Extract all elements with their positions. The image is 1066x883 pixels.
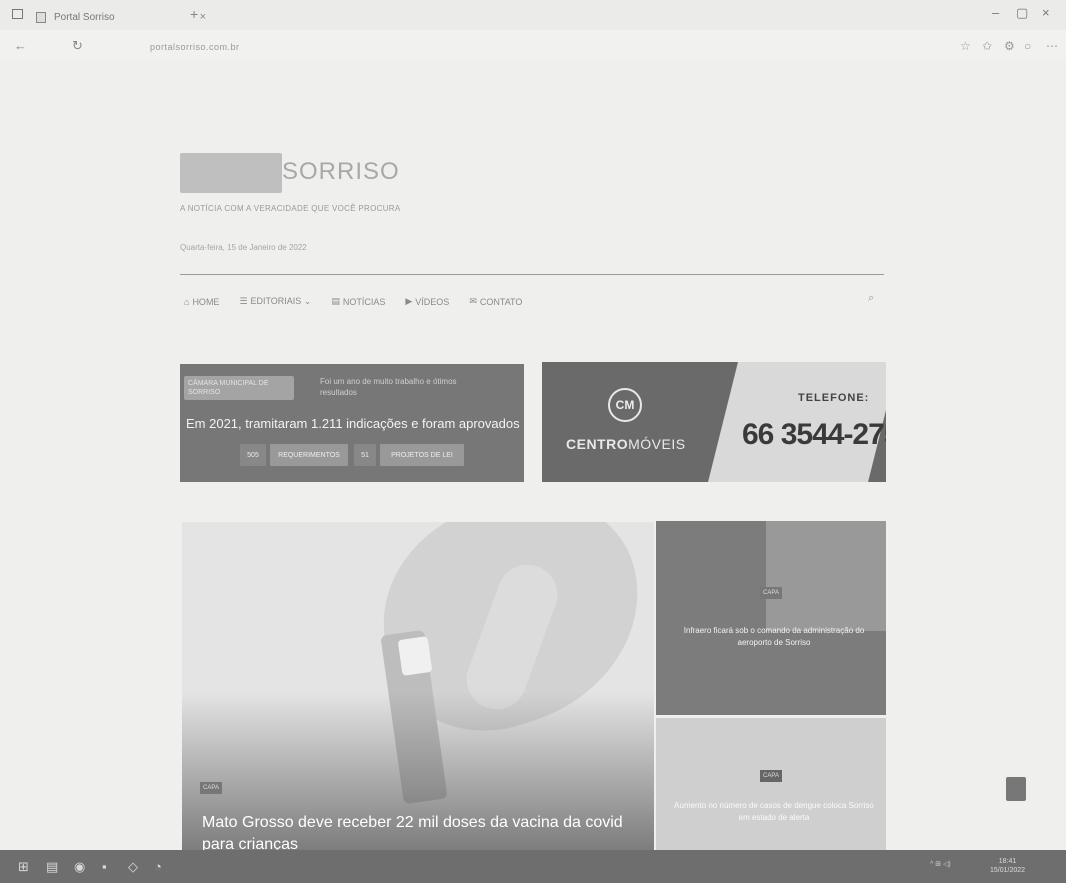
centromoveis-logo-icon: CM [608, 388, 642, 422]
menu-item-label: HOME [192, 296, 220, 307]
ad-stat-label: PROJETOS DE LEI [380, 444, 464, 466]
back-button[interactable]: ← [14, 38, 27, 53]
ad-subtitle: Foi um ano de muito trabalho e ótimos re… [320, 377, 457, 397]
windows-icon[interactable]: ⊞ [18, 859, 29, 875]
maximize-button[interactable]: ▢ [1016, 5, 1028, 21]
ad-brand: CENTROMÓVEIS [566, 436, 686, 452]
side-story-title[interactable]: Infraero ficará sob o comando da adminis… [674, 625, 874, 649]
folder-icon[interactable]: ▪ [102, 859, 107, 874]
close-window-button[interactable]: × [1042, 5, 1050, 20]
extension-icon[interactable]: ⚙ [1004, 39, 1015, 53]
ad-banner-centromoveis[interactable]: CM CENTROMÓVEIS TELEFONE: 66 3544-2751 [542, 362, 886, 482]
scroll-top-button[interactable] [1006, 777, 1026, 801]
ad-stat-number: 505 [240, 444, 266, 466]
mail-icon: ✉ [469, 296, 477, 306]
menu-icon[interactable]: ⋯ [1046, 39, 1058, 53]
home-icon: ⌂ [184, 296, 190, 307]
menu-item-label: VÍDEOS [415, 296, 450, 307]
star-icon[interactable]: ☆ [960, 39, 971, 53]
ad-brand-bold: CENTRO [566, 436, 629, 452]
side-story-title[interactable]: Aumento no número de casos de dengue col… [674, 800, 874, 824]
reload-button[interactable]: ↻ [72, 38, 83, 54]
ad-headline: Em 2021, tramitaram 1.211 indicações e f… [186, 416, 520, 431]
ad-tel-number: 66 3544-2751 [742, 418, 886, 451]
taskbar-clock[interactable]: 18:41 15/01/2022 [990, 857, 1025, 875]
minimize-button[interactable]: – [992, 5, 999, 20]
search-icon[interactable]: ⌕ [868, 292, 874, 305]
ad-stat-label: REQUERIMENTOS [270, 444, 348, 466]
browser-tabbar: Portal Sorriso × + – ▢ × [0, 0, 1066, 30]
site-tagline: A NOTÍCIA COM A VERACIDADE QUE VOCÊ PROC… [180, 204, 401, 213]
site-logo-image[interactable] [180, 153, 282, 193]
news-icon: ▤ [331, 296, 340, 306]
browser-tab[interactable]: Portal Sorriso × [36, 6, 206, 28]
ad-stat-number: 51 [354, 444, 376, 466]
edge-icon[interactable]: ◔ [154, 859, 162, 874]
tab-title: Portal Sorriso [54, 11, 115, 23]
menu-item-label: EDITORIAIS ⌄ [250, 296, 312, 306]
ad-banner-camara[interactable]: CÂMARA MUNICIPAL DE SORRISO Foi um ano d… [180, 364, 524, 482]
site-logo-text[interactable]: SORRISO [282, 158, 400, 186]
featured-main-story[interactable]: CAPA Mato Grosso deve receber 22 mil dos… [182, 522, 654, 850]
header-divider [180, 274, 884, 275]
window-menu-icon[interactable] [12, 9, 23, 19]
video-icon: ▶ [405, 296, 413, 306]
featured-side-story[interactable]: CAPA Aumento no número de casos de dengu… [656, 718, 886, 850]
story-image-building [766, 521, 886, 631]
system-tray[interactable]: ^ ⊞ ◁) [930, 860, 951, 868]
tab-close-icon[interactable]: × [200, 11, 206, 23]
category-tag[interactable]: CAPA [760, 770, 782, 782]
list-icon: ☰ [239, 296, 248, 306]
new-tab-button[interactable]: + [190, 6, 198, 22]
current-date: Quarta-feira, 15 de Janeiro de 2022 [180, 243, 307, 252]
clock-date: 15/01/2022 [990, 867, 1026, 874]
profile-icon[interactable]: ○ [1024, 39, 1031, 53]
store-icon[interactable]: ◇ [128, 859, 138, 875]
bookmark-icon[interactable]: ✩ [982, 39, 992, 53]
featured-side-story[interactable]: CAPA Infraero ficará sob o comando da ad… [656, 521, 886, 715]
ad-tel-label: TELEFONE: [798, 392, 870, 404]
menu-item-label: CONTATO [479, 296, 523, 307]
files-icon[interactable]: ▤ [46, 859, 58, 875]
menu-item-videos[interactable]: ▶ VÍDEOS [405, 296, 449, 307]
menu-item-home[interactable]: ⌂ HOME [184, 296, 219, 307]
clock-time: 18:41 [998, 858, 1017, 865]
menu-item-label: NOTÍCIAS [342, 296, 386, 307]
featured-main-title[interactable]: Mato Grosso deve receber 22 mil doses da… [202, 812, 642, 850]
category-tag[interactable]: CAPA [760, 587, 782, 599]
ad-pill-text: CÂMARA MUNICIPAL DE SORRISO [188, 380, 269, 396]
browser-icon[interactable]: ◉ [74, 859, 85, 875]
ad-brand-light: MÓVEIS [628, 436, 686, 452]
menu-item-editoriais[interactable]: ☰ EDITORIAIS ⌄ [239, 296, 311, 307]
os-taskbar: ⊞ ▤ ◉ ▪ ◇ ◔ ^ ⊞ ◁) 18:41 15/01/2022 [0, 850, 1066, 883]
story-image-vial-cap [397, 636, 433, 676]
category-tag[interactable]: CAPA [200, 782, 222, 794]
menu-item-noticias[interactable]: ▤ NOTÍCIAS [331, 296, 385, 307]
main-menu: ⌂ HOME ☰ EDITORIAIS ⌄ ▤ NOTÍCIAS ▶ VÍDEO… [184, 296, 522, 307]
menu-item-contato[interactable]: ✉ CONTATO [469, 296, 522, 307]
url-field[interactable]: portalsorriso.com.br [150, 42, 240, 52]
favicon-icon [36, 11, 46, 23]
web-page: SORRISO A NOTÍCIA COM A VERACIDADE QUE V… [0, 60, 1066, 850]
